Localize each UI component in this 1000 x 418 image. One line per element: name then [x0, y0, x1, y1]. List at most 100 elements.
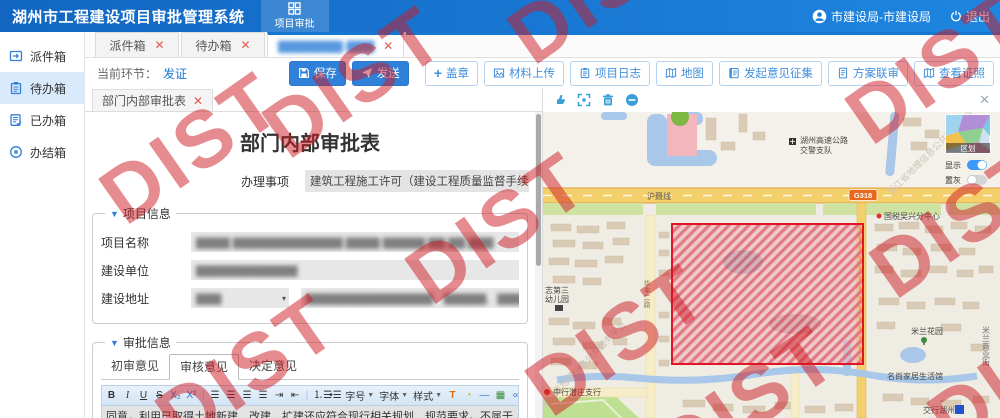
background-color-icon[interactable]: ◔	[463, 390, 474, 402]
sidebar-item-dispatch-box[interactable]: 派件箱	[0, 40, 84, 72]
font-color-icon[interactable]: T	[447, 390, 458, 402]
align-justify-icon[interactable]: ☰	[258, 390, 269, 402]
form-subtab-row: 部门内部审批表 ✕	[85, 88, 542, 112]
underline-button[interactable]: U	[138, 390, 149, 402]
map-selection-polygon[interactable]	[672, 224, 863, 364]
user-menu[interactable]: 市建设局-市建设局	[812, 8, 931, 25]
map-close-icon[interactable]: ✕	[979, 92, 990, 108]
road-label: 沪聂线	[647, 191, 671, 201]
sidebar-item-label: 派件箱	[30, 48, 66, 65]
font-size-dropdown[interactable]: 字号▼	[345, 388, 374, 403]
svg-text:志第三: 志第三	[545, 285, 569, 295]
sidebar-item-todo-box[interactable]: 待办箱	[0, 72, 84, 104]
toggle-gray-switch[interactable]	[967, 175, 987, 185]
svg-text:国税吴兴分中心: 国税吴兴分中心	[884, 211, 940, 221]
approval-info-legend: 审批信息	[123, 334, 171, 351]
send-button[interactable]: 发送	[352, 61, 409, 86]
sidebar-item-label: 办结箱	[30, 144, 66, 161]
svg-text:幼儿园: 幼儿园	[545, 294, 569, 304]
fullscreen-icon[interactable]	[577, 93, 591, 107]
tab-review-opinion[interactable]: 审核意见	[169, 354, 239, 380]
sidebar-item-label: 已办箱	[30, 112, 66, 129]
construction-address-input[interactable]: ▇▇▇▇▇▇▇▇▇▇▇▇▇▇▇、▇▇▇▇▇、▇▇▇▇▇、▇▇▇▇	[301, 288, 519, 308]
collapse-triangle-icon[interactable]: ▼	[110, 209, 119, 219]
project-info-section: ▼ 项目信息 项目名称 ▇▇▇▇ ▇▇▇▇▇▇▇▇▇▇▇▇▇ ▇▇▇▇ ▇▇▇▇…	[92, 205, 528, 324]
matter-value-field[interactable]: 建筑工程施工许可（建设工程质量监督手续办	[305, 170, 529, 192]
g318-label: G318	[854, 191, 872, 200]
field-construction-unit: 建设单位 ▇▇▇▇▇▇▇▇▇▇▇▇	[101, 260, 519, 280]
chevron-down-icon: ▾	[282, 294, 286, 303]
book-icon	[728, 67, 740, 79]
form-scrollbar[interactable]	[535, 112, 542, 418]
view-certificate-button[interactable]: 查看证照	[914, 61, 994, 86]
collapse-triangle-icon[interactable]: ▼	[110, 338, 119, 348]
main-area: 派件箱 ✕ 待办箱 ✕ ▇▇▇▇▇▇▇-▇▇▇ ✕ 当前环节： 发证	[85, 32, 1000, 418]
tab-close-icon[interactable]: ✕	[240, 39, 250, 51]
bold-button[interactable]: B	[106, 390, 117, 402]
pan-hand-icon[interactable]	[553, 93, 567, 107]
map-button[interactable]: 地图	[656, 61, 713, 86]
map-road-vertical-1	[646, 215, 655, 418]
align-right-icon[interactable]: ☰	[242, 390, 253, 402]
subtab-internal-approval-form[interactable]: 部门内部审批表 ✕	[92, 89, 213, 111]
font-family-dropdown[interactable]: 字体▼	[379, 388, 408, 403]
tab-close-icon[interactable]: ✕	[154, 39, 164, 51]
tab-preliminary-opinion[interactable]: 初审意见	[101, 354, 169, 379]
svg-text:名尚家居生活馆: 名尚家居生活馆	[887, 371, 943, 381]
align-center-icon[interactable]: ☰	[226, 390, 237, 402]
plus-icon: +	[434, 66, 442, 80]
ordered-list-icon[interactable]: ⒈☰	[313, 390, 324, 402]
matter-label: 办理事项	[241, 173, 289, 190]
unordered-list-icon[interactable]: •☰	[329, 390, 340, 402]
project-name-input[interactable]: ▇▇▇▇ ▇▇▇▇▇▇▇▇▇▇▇▇▇ ▇▇▇▇ ▇▇▇▇▇ ▇▇ ▇▇ ▇▇▇	[191, 232, 519, 252]
insert-image-icon[interactable]: ▦	[495, 390, 506, 402]
tab-todo-box[interactable]: 待办箱 ✕	[181, 32, 265, 57]
app-title: 湖州市工程建设项目审批管理系统	[12, 6, 245, 27]
sidebar-item-done-box[interactable]: 已办箱	[0, 104, 84, 136]
joint-review-button[interactable]: 方案联审	[828, 61, 908, 86]
layer-label: 区划	[961, 143, 976, 153]
trash-icon[interactable]	[601, 93, 615, 107]
remove-circle-icon[interactable]	[625, 93, 639, 107]
italic-button[interactable]: I	[122, 390, 133, 402]
richtext-toolbar: B I U S X₂ X² | ☰ ☰ ☰ ☰ ⇥ ⇤	[101, 385, 519, 406]
vertical-road-label: 华丰二路	[643, 279, 651, 309]
sidebar-item-completed-box[interactable]: 办结箱	[0, 136, 84, 168]
left-sidebar: 派件箱 待办箱 已办箱 办结箱	[0, 32, 85, 418]
tab-project-active[interactable]: ▇▇▇▇▇▇▇-▇▇▇ ✕	[267, 32, 404, 57]
nav-tab-project-approval[interactable]: 项目审批	[261, 0, 329, 32]
tab-close-icon[interactable]: ✕	[383, 40, 393, 52]
svg-text:中行潜庄支行: 中行潜庄支行	[553, 387, 601, 397]
form-title: 部门内部审批表	[91, 127, 529, 156]
horizontal-rule-icon[interactable]: ―	[479, 390, 490, 402]
toggle-show-switch[interactable]	[967, 160, 987, 170]
sidebar-item-label: 待办箱	[30, 80, 66, 97]
tab-decision-opinion[interactable]: 决定意见	[239, 354, 307, 379]
insert-link-icon[interactable]: ∞	[511, 390, 519, 402]
opinion-collect-button[interactable]: 发起意见征集	[719, 61, 822, 86]
save-button[interactable]: 保存	[289, 61, 346, 86]
subtab-close-icon[interactable]: ✕	[193, 94, 203, 108]
style-dropdown[interactable]: 样式▼	[413, 388, 442, 403]
map-toolbar: ✕	[543, 88, 1000, 113]
field-project-name: 项目名称 ▇▇▇▇ ▇▇▇▇▇▇▇▇▇▇▇▇▇ ▇▇▇▇ ▇▇▇▇▇ ▇▇ ▇▇…	[101, 232, 519, 252]
scrollbar-thumb[interactable]	[536, 114, 541, 266]
tab-dispatch-box[interactable]: 派件箱 ✕	[95, 32, 179, 57]
opinion-editor[interactable]: 同意，利用已取得土地新建、改建、扩建还应符合现行相关规划、规范要求。不属于工业功…	[101, 406, 519, 418]
tab-label-redacted: ▇▇▇▇▇▇▇-▇▇▇	[278, 39, 374, 53]
map-canvas[interactable]: 浙江省地理信息公共服务平台 浙江省地理信息公共服务平台 沪聂线 G318	[543, 112, 1000, 418]
indent-icon[interactable]: ⇥	[274, 390, 285, 402]
strikethrough-button[interactable]: S	[154, 390, 165, 402]
toggle-gray-label: 置灰	[945, 175, 961, 185]
svg-text:交警支队: 交警支队	[800, 145, 832, 155]
superscript-button[interactable]: X²	[186, 390, 197, 402]
logout-button[interactable]: 退出	[950, 8, 990, 25]
stamp-button[interactable]: + 盖章	[425, 61, 478, 86]
outdent-icon[interactable]: ⇤	[290, 390, 301, 402]
address-district-select[interactable]: ▇▇▇ ▾	[191, 288, 289, 308]
construction-unit-input[interactable]: ▇▇▇▇▇▇▇▇▇▇▇▇	[191, 260, 519, 280]
material-upload-button[interactable]: 材料上传	[484, 61, 564, 86]
align-left-icon[interactable]: ☰	[210, 390, 221, 402]
project-log-button[interactable]: 项目日志	[570, 61, 650, 86]
subscript-button[interactable]: X₂	[170, 390, 181, 402]
